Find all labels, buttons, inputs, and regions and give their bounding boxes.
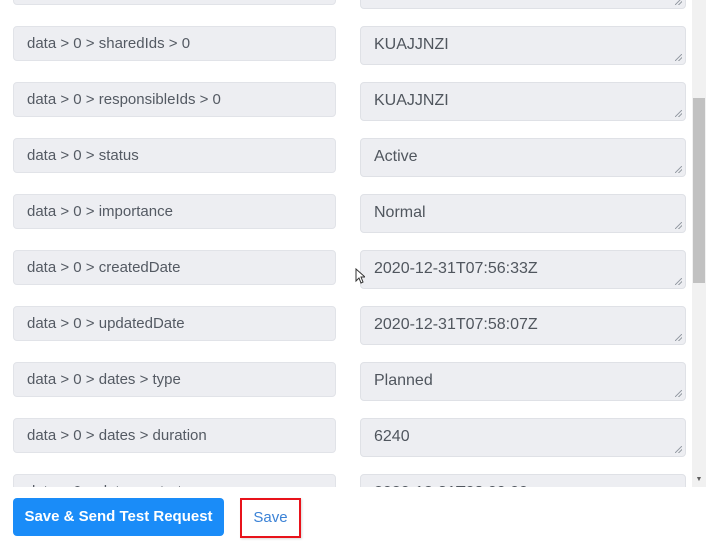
resize-grip-icon[interactable] bbox=[675, 334, 682, 341]
field-row: data > 0 > sharedIds > 0 KUAJJNZI bbox=[0, 26, 690, 82]
field-key: data > 0 > dates > duration bbox=[13, 418, 336, 453]
scrollbar[interactable]: ▼ bbox=[692, 0, 706, 487]
field-key bbox=[13, 0, 336, 5]
field-value-text: 2020-12-31T07:58:07Z bbox=[374, 316, 538, 333]
field-key: data > 0 > status bbox=[13, 138, 336, 173]
field-row: data > 0 > importance Normal bbox=[0, 194, 690, 250]
field-value-textarea[interactable]: 2020-12-31T08:00:00 bbox=[360, 474, 686, 487]
resize-grip-icon[interactable] bbox=[675, 166, 682, 173]
field-value-textarea[interactable]: 2020-12-31T07:58:07Z bbox=[360, 306, 686, 345]
field-value-textarea[interactable]: Active bbox=[360, 138, 686, 177]
field-value-text: KUAJJNZI bbox=[374, 36, 449, 53]
resize-grip-icon[interactable] bbox=[675, 54, 682, 61]
field-value-text: Planned bbox=[374, 372, 433, 389]
field-key: data > 0 > dates > start bbox=[13, 474, 336, 487]
field-value-text: 6240 bbox=[374, 428, 410, 445]
field-row bbox=[0, 0, 690, 26]
field-mapping-list: data > 0 > sharedIds > 0 KUAJJNZI data > 0… bbox=[0, 0, 706, 487]
field-value-textarea[interactable]: 2020-12-31T07:56:33Z bbox=[360, 250, 686, 289]
field-value-text: Active bbox=[374, 148, 418, 165]
field-value-text: 2020-12-31T07:56:33Z bbox=[374, 260, 538, 277]
resize-grip-icon[interactable] bbox=[675, 110, 682, 117]
field-row: data > 0 > createdDate 2020-12-31T07:56:3… bbox=[0, 250, 690, 306]
mouse-cursor-icon bbox=[355, 268, 365, 284]
resize-grip-icon[interactable] bbox=[675, 222, 682, 229]
field-value-textarea[interactable]: KUAJJNZI bbox=[360, 82, 686, 121]
resize-grip-icon[interactable] bbox=[675, 0, 682, 5]
field-rows: data > 0 > sharedIds > 0 KUAJJNZI data > 0… bbox=[0, 0, 690, 487]
field-key: data > 0 > sharedIds > 0 bbox=[13, 26, 336, 61]
field-value-text: Normal bbox=[374, 204, 426, 221]
field-row: data > 0 > updatedDate 2020-12-31T07:58:0… bbox=[0, 306, 690, 362]
field-row: data > 0 > responsibleIds > 0 KUAJJNZI bbox=[0, 82, 690, 138]
resize-grip-icon[interactable] bbox=[675, 278, 682, 285]
field-row: data > 0 > dates > type Planned bbox=[0, 362, 690, 418]
resize-grip-icon[interactable] bbox=[675, 446, 682, 453]
field-key: data > 0 > dates > type bbox=[13, 362, 336, 397]
field-row: data > 0 > dates > start 2020-12-31T08:00… bbox=[0, 474, 690, 487]
field-value-textarea[interactable]: Planned bbox=[360, 362, 686, 401]
field-row: data > 0 > status Active bbox=[0, 138, 690, 194]
field-key: data > 0 > responsibleIds > 0 bbox=[13, 82, 336, 117]
field-value-textarea[interactable]: Normal bbox=[360, 194, 686, 233]
field-value-text: KUAJJNZI bbox=[374, 92, 449, 109]
resize-grip-icon[interactable] bbox=[675, 390, 682, 397]
field-key: data > 0 > createdDate bbox=[13, 250, 336, 285]
scroll-down-arrow-icon[interactable]: ▼ bbox=[692, 474, 706, 486]
scrollbar-thumb[interactable] bbox=[693, 98, 705, 283]
save-button[interactable]: Save bbox=[240, 498, 301, 538]
field-key: data > 0 > updatedDate bbox=[13, 306, 336, 341]
field-value-textarea[interactable]: KUAJJNZI bbox=[360, 26, 686, 65]
field-value-textarea[interactable] bbox=[360, 0, 686, 9]
save-and-send-test-request-button[interactable]: Save & Send Test Request bbox=[13, 498, 224, 536]
field-value-textarea[interactable]: 6240 bbox=[360, 418, 686, 457]
field-key: data > 0 > importance bbox=[13, 194, 336, 229]
field-row: data > 0 > dates > duration 6240 bbox=[0, 418, 690, 474]
field-value-text: 2020-12-31T08:00:00 bbox=[374, 484, 528, 487]
